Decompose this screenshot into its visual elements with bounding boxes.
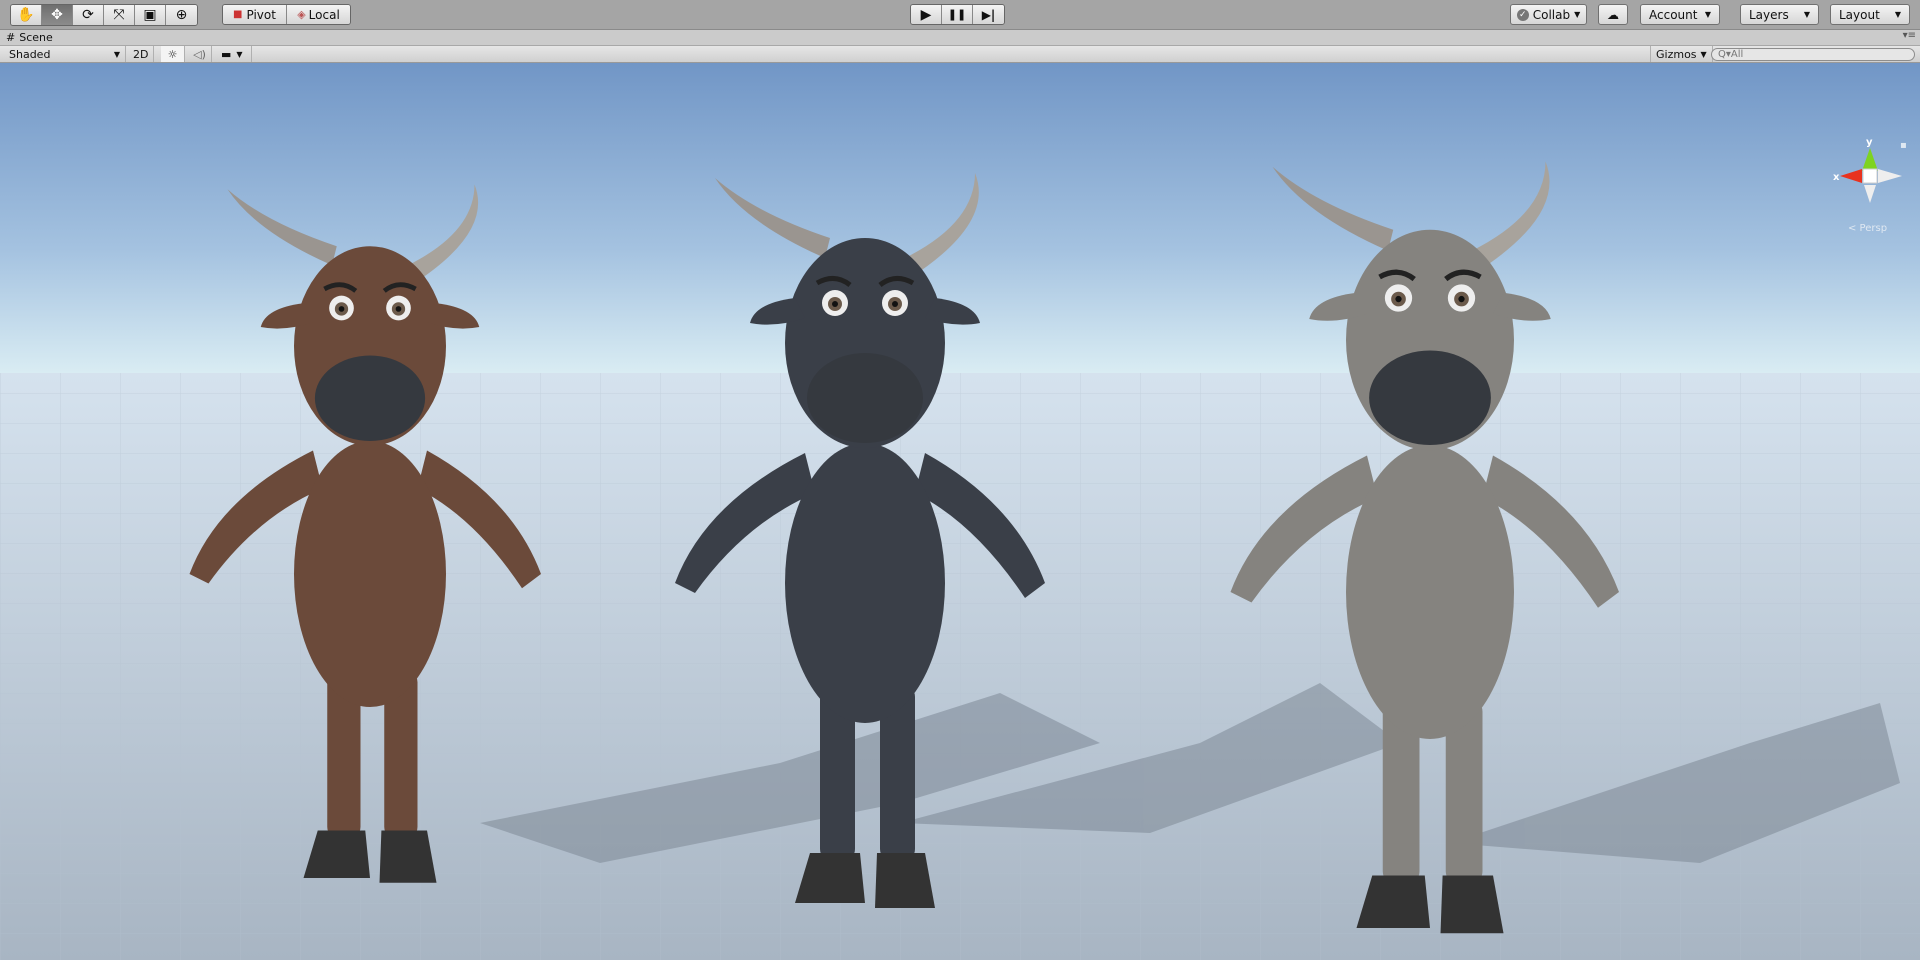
eye-left: [822, 290, 848, 316]
eye-right: [386, 295, 411, 321]
body: [785, 443, 945, 723]
grid: [0, 373, 1920, 960]
local-button[interactable]: ◈ Local: [287, 5, 350, 24]
transform-icon: ⊕: [175, 7, 188, 23]
snout: [807, 353, 923, 443]
eye-right: [882, 290, 908, 316]
tab-menu-icon[interactable]: ▾≡: [1903, 30, 1916, 41]
step-icon: ▶|: [981, 7, 996, 22]
speaker-icon: ◁): [193, 47, 206, 61]
projection-label: < Persp: [1848, 223, 1887, 234]
effects-dropdown[interactable]: ▬ ▼: [216, 46, 252, 62]
pause-icon: ❚❚: [947, 8, 967, 21]
hoof-right: [379, 830, 437, 883]
scale-tool-button[interactable]: ⤧: [104, 5, 135, 25]
cloud-icon: ☁: [1607, 7, 1619, 22]
pivot-group: ■ Pivot ◈ Local: [222, 4, 351, 25]
chevron-down-icon: ▼: [1700, 49, 1707, 59]
scene-render: y x < Persp ▪: [0, 63, 1920, 960]
sun-icon: ☼: [167, 47, 178, 61]
chevron-down-icon: ▼: [113, 49, 120, 59]
y-label: y: [1866, 137, 1873, 148]
scene-search-input[interactable]: Q▾All: [1711, 48, 1915, 61]
lock-icon[interactable]: ▪: [1900, 140, 1907, 151]
move-tool-button[interactable]: ✥: [42, 5, 73, 25]
chevron-down-icon: ▼: [236, 49, 243, 59]
scene-tab-bar: # Scene ▾≡: [0, 30, 1920, 46]
hand-icon: ✋: [17, 7, 35, 23]
snout: [314, 355, 426, 441]
eye-left: [329, 295, 354, 321]
pivot-button[interactable]: ■ Pivot: [223, 5, 287, 24]
chevron-down-icon: ▼: [1803, 10, 1810, 19]
body: [294, 441, 446, 707]
eye-right: [1447, 284, 1476, 312]
rotate-icon: ⟳: [82, 7, 94, 23]
search-icon: Q▾: [1718, 49, 1731, 60]
x-label: x: [1833, 172, 1840, 183]
chevron-down-icon: ▼: [1704, 10, 1711, 19]
grid-icon: #: [6, 31, 16, 44]
hand-tool-button[interactable]: ✋: [11, 5, 42, 25]
rect-tool-button[interactable]: ▣: [135, 5, 166, 25]
playback-controls: ▶ ❚❚ ▶|: [910, 4, 1005, 25]
audio-toggle[interactable]: ◁): [188, 46, 212, 62]
play-icon: ▶: [920, 6, 932, 23]
hoof-right: [1440, 875, 1504, 934]
eye-left: [1384, 284, 1413, 312]
layout-dropdown[interactable]: Layout ▼: [1830, 4, 1910, 25]
pause-button[interactable]: ❚❚: [942, 5, 973, 24]
gizmos-dropdown[interactable]: Gizmos ▼: [1650, 46, 1713, 62]
rotate-tool-button[interactable]: ⟳: [73, 5, 104, 25]
tab-scene[interactable]: # Scene: [6, 31, 53, 44]
scene-toolbar: Shaded ▼ 2D ☼ ◁) ▬ ▼ Gizmos ▼ Q▾All: [0, 46, 1920, 63]
transform-tools: ✋ ✥ ⟳ ⤧ ▣ ⊕: [10, 4, 198, 26]
image-icon: ▬: [221, 47, 232, 61]
scale-icon: ⤧: [113, 7, 125, 23]
2d-toggle[interactable]: 2D: [128, 46, 155, 62]
scene-viewport[interactable]: y x < Persp ▪: [0, 63, 1920, 960]
move-icon: ✥: [51, 7, 63, 23]
snout: [1369, 350, 1491, 445]
main-toolbar: ✋ ✥ ⟳ ⤧ ▣ ⊕ ■ Pivot ◈ Local ▶ ❚❚ ▶| ✓ Colla…: [0, 0, 1920, 30]
step-button[interactable]: ▶|: [973, 5, 1004, 24]
account-dropdown[interactable]: Account ▼: [1640, 4, 1720, 25]
layers-dropdown[interactable]: Layers ▼: [1740, 4, 1819, 25]
draw-mode-dropdown[interactable]: Shaded ▼: [4, 46, 126, 62]
rect-icon: ▣: [143, 7, 157, 23]
cube-icon: ◈: [297, 8, 306, 21]
collab-button[interactable]: ✓ Collab ▼: [1510, 4, 1587, 25]
transform-tool-button[interactable]: ⊕: [166, 5, 197, 25]
chevron-down-icon: ▼: [1574, 10, 1581, 19]
check-icon: ✓: [1516, 8, 1529, 21]
chevron-down-icon: ▼: [1894, 10, 1901, 19]
bull-characters: [189, 161, 1619, 934]
body: [1346, 445, 1514, 739]
cloud-button[interactable]: ☁: [1598, 4, 1628, 25]
center-cube[interactable]: [1862, 168, 1878, 184]
hoof-right: [875, 853, 935, 908]
pivot-icon: ■: [233, 9, 243, 20]
lighting-toggle[interactable]: ☼: [161, 46, 185, 62]
play-button[interactable]: ▶: [911, 5, 942, 24]
